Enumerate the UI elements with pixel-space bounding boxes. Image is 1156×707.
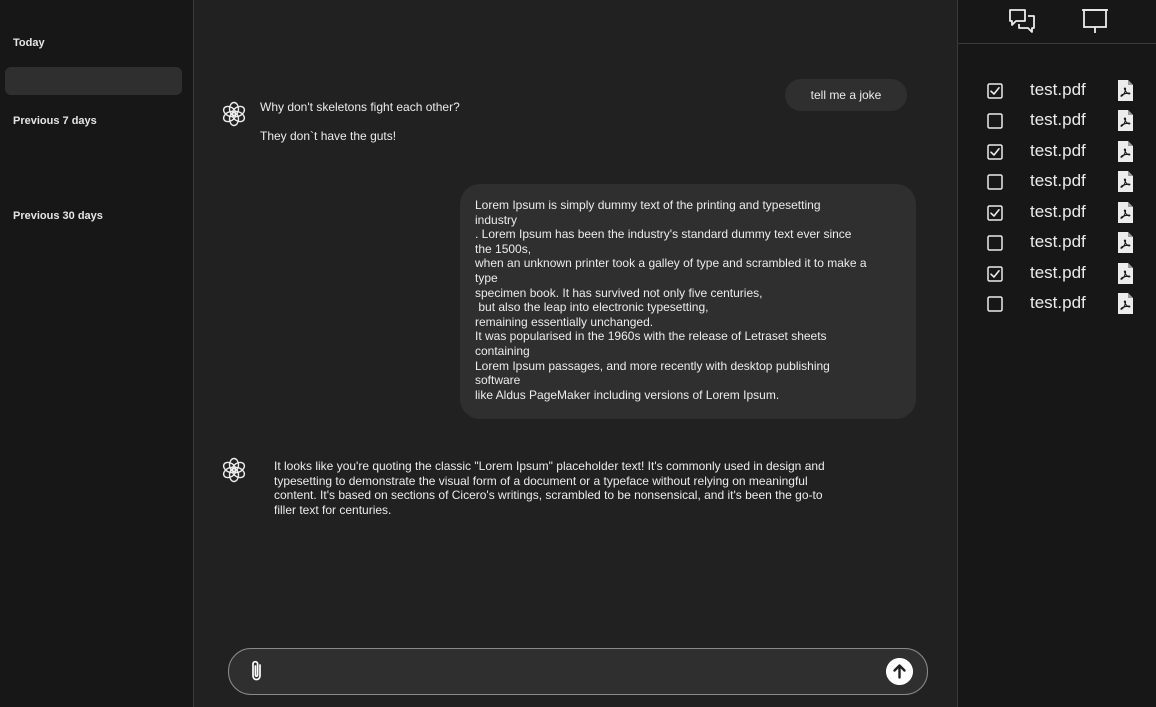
pdf-file-icon[interactable] <box>1117 232 1133 253</box>
file-name: test.pdf <box>1030 293 1086 312</box>
panel-header <box>958 0 1156 44</box>
file-name: test.pdf <box>1030 141 1086 160</box>
history-sidebar: Today Previous 7 days Previous 30 days <box>0 0 194 707</box>
section-heading-previous-7-days: Previous 7 days <box>13 115 97 127</box>
presentation-board-icon[interactable] <box>1080 6 1110 36</box>
assistant-message: It looks like you're quoting the classic… <box>274 459 825 517</box>
user-message-text: tell me a joke <box>810 88 882 102</box>
checkbox-unchecked-icon[interactable] <box>987 113 1003 129</box>
assistant-message-line: typesetting to demonstrate the visual fo… <box>274 473 808 488</box>
chat-bubbles-icon[interactable] <box>1007 6 1037 36</box>
file-name: test.pdf <box>1030 232 1086 251</box>
chat-area: tell me a joke Why don't skeletons fight… <box>194 0 957 707</box>
file-row[interactable]: test.pdf <box>987 293 1147 317</box>
file-row[interactable]: test.pdf <box>987 110 1147 134</box>
user-message-bubble: Lorem Ipsum is simply dummy text of the … <box>460 184 916 419</box>
checkbox-checked-icon[interactable] <box>987 266 1003 282</box>
user-message-text: Lorem Ipsum is simply dummy text of the … <box>475 198 867 402</box>
file-name: test.pdf <box>1030 110 1086 129</box>
assistant-logo-icon <box>222 101 246 127</box>
history-item[interactable] <box>5 67 182 95</box>
file-row[interactable]: test.pdf <box>987 141 1147 165</box>
checkbox-unchecked-icon[interactable] <box>987 296 1003 312</box>
assistant-logo-icon <box>222 457 246 483</box>
section-heading-previous-30-days: Previous 30 days <box>13 210 103 222</box>
checkbox-checked-icon[interactable] <box>987 144 1003 160</box>
pdf-file-icon[interactable] <box>1117 202 1133 223</box>
file-row[interactable]: test.pdf <box>987 171 1147 195</box>
pdf-file-icon[interactable] <box>1117 171 1133 192</box>
file-name: test.pdf <box>1030 80 1086 99</box>
file-name: test.pdf <box>1030 171 1086 190</box>
message-input[interactable] <box>277 657 881 687</box>
file-row[interactable]: test.pdf <box>987 263 1147 287</box>
checkbox-checked-icon[interactable] <box>987 205 1003 221</box>
user-message-bubble: tell me a joke <box>785 79 907 111</box>
file-name: test.pdf <box>1030 202 1086 221</box>
send-arrow-icon[interactable] <box>886 658 913 685</box>
file-row[interactable]: test.pdf <box>987 80 1147 104</box>
checkbox-checked-icon[interactable] <box>987 83 1003 99</box>
assistant-message-line: Why don't skeletons fight each other? <box>260 100 460 114</box>
paperclip-icon[interactable] <box>247 659 267 683</box>
checkbox-unchecked-icon[interactable] <box>987 235 1003 251</box>
assistant-message-line: content. It's based on sections of Cicer… <box>274 488 823 503</box>
assistant-message-line: filler text for centuries. <box>274 502 392 517</box>
pdf-file-icon[interactable] <box>1117 263 1133 284</box>
files-panel: test.pdf test.pdf test.pdf test.pdf test.pdf… <box>957 0 1156 707</box>
assistant-message-line: They don`t have the guts! <box>260 129 397 143</box>
file-row[interactable]: test.pdf <box>987 232 1147 256</box>
file-name: test.pdf <box>1030 263 1086 282</box>
pdf-file-icon[interactable] <box>1117 293 1133 314</box>
assistant-message-line: It looks like you're quoting the classic… <box>274 459 825 473</box>
pdf-file-icon[interactable] <box>1117 110 1133 131</box>
pdf-file-icon[interactable] <box>1117 141 1133 162</box>
pdf-file-icon[interactable] <box>1117 80 1133 101</box>
file-row[interactable]: test.pdf <box>987 202 1147 226</box>
checkbox-unchecked-icon[interactable] <box>987 174 1003 190</box>
section-heading-today: Today <box>13 37 45 49</box>
message-composer <box>228 648 928 695</box>
